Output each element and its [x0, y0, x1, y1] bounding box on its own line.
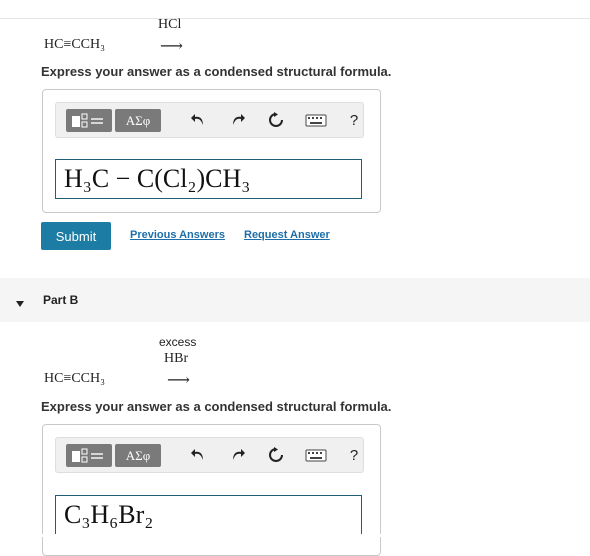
prompt-a: Express your answer as a condensed struc…	[41, 64, 392, 79]
reaction-arrow-a: ⟶	[160, 38, 183, 55]
answer-input-a[interactable]: H₃C − C(Cl₂)CH₃	[55, 159, 362, 199]
template-button-b[interactable]	[66, 444, 112, 467]
prompt-b: Express your answer as a condensed struc…	[41, 399, 392, 414]
greek-symbols-button-b[interactable]: ΑΣφ	[115, 444, 161, 467]
keyboard-icon[interactable]	[304, 445, 328, 465]
reaction-arrow-b: ⟶	[167, 372, 190, 389]
answer-editor-a: ΑΣφ ? H₃C − C(Cl₂)CH₃	[42, 89, 381, 213]
caret-down-icon[interactable]	[16, 295, 24, 313]
top-divider	[0, 18, 590, 19]
reagent-label-a: HCl	[158, 17, 182, 32]
submit-button[interactable]: Submit	[41, 222, 111, 250]
part-b-header[interactable]: Part B	[0, 278, 590, 322]
answer-input-b[interactable]: C₃H₆Br₂	[55, 495, 362, 535]
reactant-a: HC≡CCH₃	[44, 37, 106, 52]
part-b-title: Part B	[43, 293, 79, 307]
reactant-b: HC≡CCH₃	[44, 371, 106, 386]
math-toolbar-b: ΑΣφ ?	[55, 437, 364, 473]
undo-icon[interactable]	[188, 110, 208, 130]
redo-icon[interactable]	[228, 110, 248, 130]
help-button-b[interactable]: ?	[344, 445, 364, 465]
previous-answers-link[interactable]: Previous Answers	[130, 229, 225, 241]
reagent-label-b: HBr	[164, 351, 189, 366]
template-icon	[72, 448, 103, 462]
greek-symbols-button-a[interactable]: ΑΣφ	[115, 109, 161, 132]
math-toolbar-a: ΑΣφ ?	[55, 102, 364, 138]
template-icon	[72, 113, 103, 127]
undo-icon[interactable]	[188, 445, 208, 465]
keyboard-icon[interactable]	[304, 110, 328, 130]
template-button-a[interactable]	[66, 109, 112, 132]
redo-icon[interactable]	[228, 445, 248, 465]
reagent-excess-b: excess	[159, 335, 197, 349]
request-answer-link[interactable]: Request Answer	[244, 229, 330, 241]
reset-icon[interactable]	[266, 110, 286, 130]
help-button-a[interactable]: ?	[344, 110, 364, 130]
reset-icon[interactable]	[266, 445, 286, 465]
